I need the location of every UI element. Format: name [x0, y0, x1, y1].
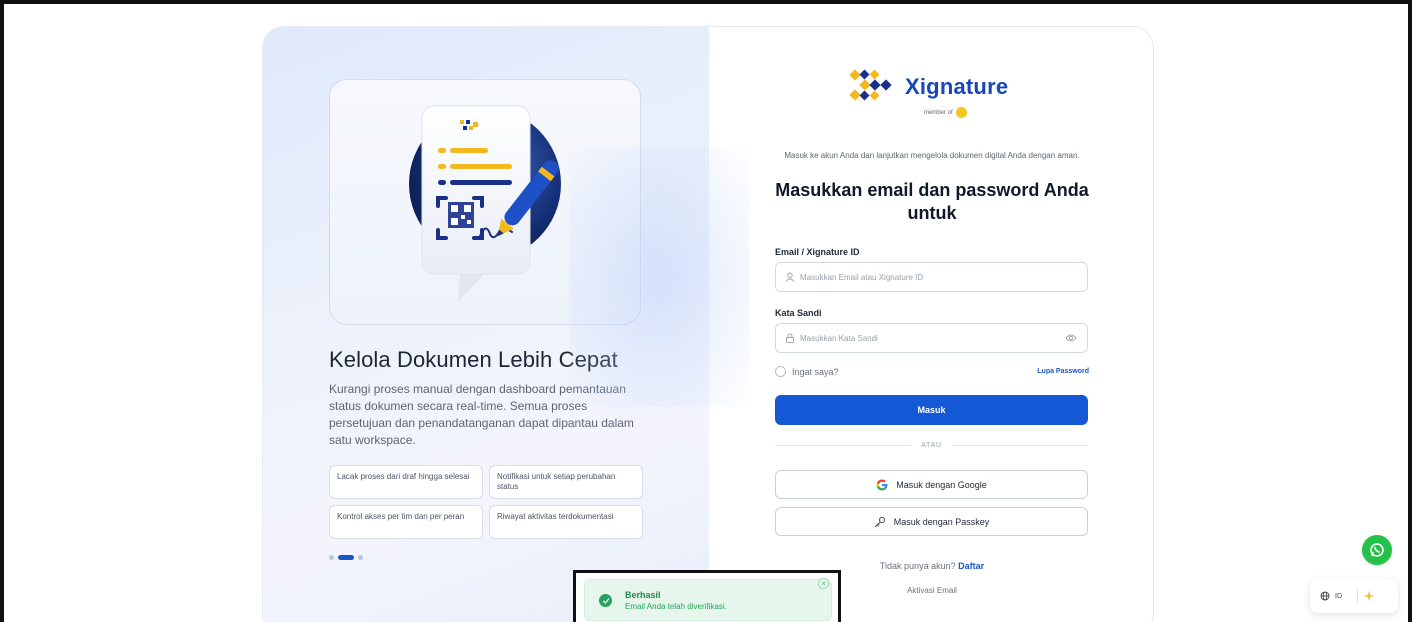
- google-login-label: Masuk dengan Google: [896, 479, 987, 490]
- page-frame: Kelola Dokumen Lebih Cepat Kurangi prose…: [0, 0, 1412, 622]
- forgot-password-link[interactable]: Lupa Password: [1037, 368, 1089, 375]
- close-icon[interactable]: ✕: [818, 578, 829, 589]
- user-icon: [785, 272, 795, 282]
- google-icon: [876, 479, 888, 490]
- passkey-login-label: Masuk dengan Passkey: [893, 516, 990, 527]
- no-account-text: Tidak punya akun?: [879, 561, 956, 571]
- remember-label: Ingat saya?: [792, 366, 839, 377]
- feature-chip: Riwayat aktivitas terdokumentasi: [489, 505, 643, 539]
- login-title: Masukkan email dan password Anda untuk: [775, 180, 1089, 223]
- login-subtitle: Masuk ke akun Anda dan lanjutkan mengelo…: [784, 151, 1080, 160]
- feature-chip: Notifikasi untuk setiap perubahan status: [489, 465, 643, 499]
- lock-icon: [786, 333, 794, 343]
- brand-logo: Xignature: [847, 69, 1008, 105]
- password-field[interactable]: Masukkan Kata Sandi: [775, 323, 1088, 353]
- illustration-card: [329, 79, 641, 325]
- toast-title: Berhasil: [625, 590, 661, 600]
- email-placeholder: Masukkan Email atau Xignature ID: [800, 272, 924, 282]
- signup-link[interactable]: Daftar: [958, 561, 984, 571]
- document-illustration: [409, 105, 561, 302]
- login-panel: Xignature member of Masuk ke akun Anda d…: [709, 27, 1153, 622]
- carousel-dot[interactable]: [358, 555, 363, 560]
- hero-description: Kurangi proses manual dengan dashboard p…: [329, 382, 634, 447]
- globe-icon: [1320, 591, 1330, 601]
- whatsapp-button[interactable]: [1362, 535, 1392, 565]
- remember-me[interactable]: Ingat saya?: [775, 366, 839, 377]
- key-icon: [874, 516, 885, 527]
- password-placeholder: Masukkan Kata Sandi: [800, 333, 878, 343]
- member-of-text: member of: [924, 109, 953, 116]
- success-toast: Berhasil Email Anda telah diverifikasi. …: [584, 578, 832, 621]
- divider-label: ATAU: [921, 441, 942, 449]
- login-button[interactable]: Masuk: [775, 395, 1088, 425]
- toast-message: Email Anda telah diverifikasi.: [625, 602, 727, 611]
- hero-title: Kelola Dokumen Lebih Cepat: [329, 347, 618, 372]
- promo-panel: Kelola Dokumen Lebih Cepat Kurangi prose…: [263, 27, 749, 622]
- brand-name: Xignature: [905, 74, 1009, 99]
- divider-line: [951, 444, 1088, 446]
- switcher-divider: [1357, 589, 1358, 603]
- email-field[interactable]: Masukkan Email atau Xignature ID: [775, 262, 1088, 292]
- carousel-dot-active[interactable]: [338, 555, 354, 560]
- carousel-dot[interactable]: [329, 555, 334, 560]
- password-label: Kata Sandi: [775, 308, 822, 318]
- feature-chip: Lacak proses dari draf hingga selesai: [329, 465, 483, 499]
- divider-line: [775, 444, 912, 446]
- or-divider: ATAU: [775, 439, 1088, 451]
- parent-company-badge-icon: [955, 107, 967, 118]
- check-circle-icon: [599, 594, 612, 607]
- carousel-dots: [329, 555, 363, 560]
- sparkle-icon[interactable]: [1363, 590, 1375, 602]
- whatsapp-icon: [1370, 543, 1384, 557]
- login-card: Kelola Dokumen Lebih Cepat Kurangi prose…: [262, 26, 1154, 622]
- member-of-label: member of: [924, 107, 967, 118]
- eye-icon[interactable]: [1065, 333, 1077, 343]
- language-code: ID: [1335, 592, 1342, 600]
- feature-chip: Kontrol akses per tim dan per peran: [329, 505, 483, 539]
- passkey-login-button[interactable]: Masuk dengan Passkey: [775, 507, 1088, 536]
- toast-highlight: Berhasil Email Anda telah diverifikasi. …: [573, 570, 841, 622]
- google-login-button[interactable]: Masuk dengan Google: [775, 470, 1088, 499]
- email-label: Email / Xignature ID: [775, 247, 860, 257]
- remember-checkbox[interactable]: [775, 366, 786, 377]
- language-switcher[interactable]: ID: [1310, 579, 1398, 613]
- xignature-logo-icon: [849, 69, 892, 101]
